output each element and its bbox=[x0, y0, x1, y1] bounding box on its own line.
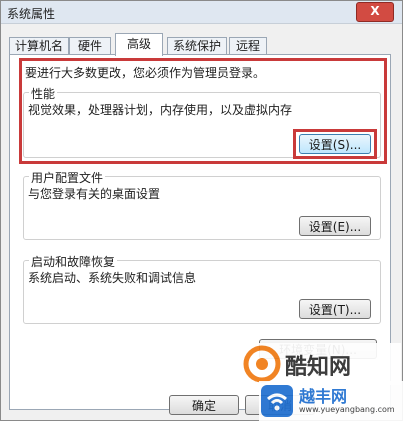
user-profiles-settings-button[interactable]: 设置(E)... bbox=[299, 216, 371, 236]
window-title: 系统属性 bbox=[7, 7, 56, 21]
site-watermark: 越丰网 www.yueyangbang.com bbox=[259, 381, 403, 421]
user-profiles-description: 与您登录有关的桌面设置 bbox=[28, 187, 161, 201]
highlight-box-performance-button bbox=[293, 129, 377, 159]
site-watermark-url: www.yueyangbang.com bbox=[299, 405, 395, 414]
close-button[interactable]: X bbox=[356, 2, 394, 22]
tab-strip: 计算机名 硬件 高级 系统保护 远程 bbox=[9, 33, 399, 56]
tab-hardware[interactable]: 硬件 bbox=[69, 37, 111, 55]
tab-computer-name[interactable]: 计算机名 bbox=[9, 37, 69, 55]
site-watermark-text: 越丰网 bbox=[299, 387, 348, 406]
kuzhi-watermark: 酷知网 bbox=[241, 343, 401, 385]
startup-recovery-description: 系统启动、系统失败和调试信息 bbox=[28, 271, 197, 285]
wifi-logo-icon bbox=[261, 385, 293, 417]
tab-advanced[interactable]: 高级 bbox=[115, 33, 163, 56]
kuzhi-logo-icon bbox=[243, 345, 281, 383]
system-properties-window: 系统属性 X 计算机名 硬件 高级 系统保护 远程 要进行大多数更改，您必须作为… bbox=[0, 0, 403, 421]
kuzhi-watermark-text: 酷知网 bbox=[285, 355, 352, 380]
tab-remote[interactable]: 远程 bbox=[229, 37, 267, 55]
startup-recovery-settings-button[interactable]: 设置(T)... bbox=[299, 299, 371, 319]
ok-button[interactable]: 确定 bbox=[169, 395, 239, 415]
tab-system-protection[interactable]: 系统保护 bbox=[167, 37, 227, 55]
startup-recovery-label: 启动和故障恢复 bbox=[29, 253, 118, 270]
user-profiles-label: 用户配置文件 bbox=[29, 169, 106, 186]
title-bar: 系统属性 X bbox=[1, 1, 402, 24]
